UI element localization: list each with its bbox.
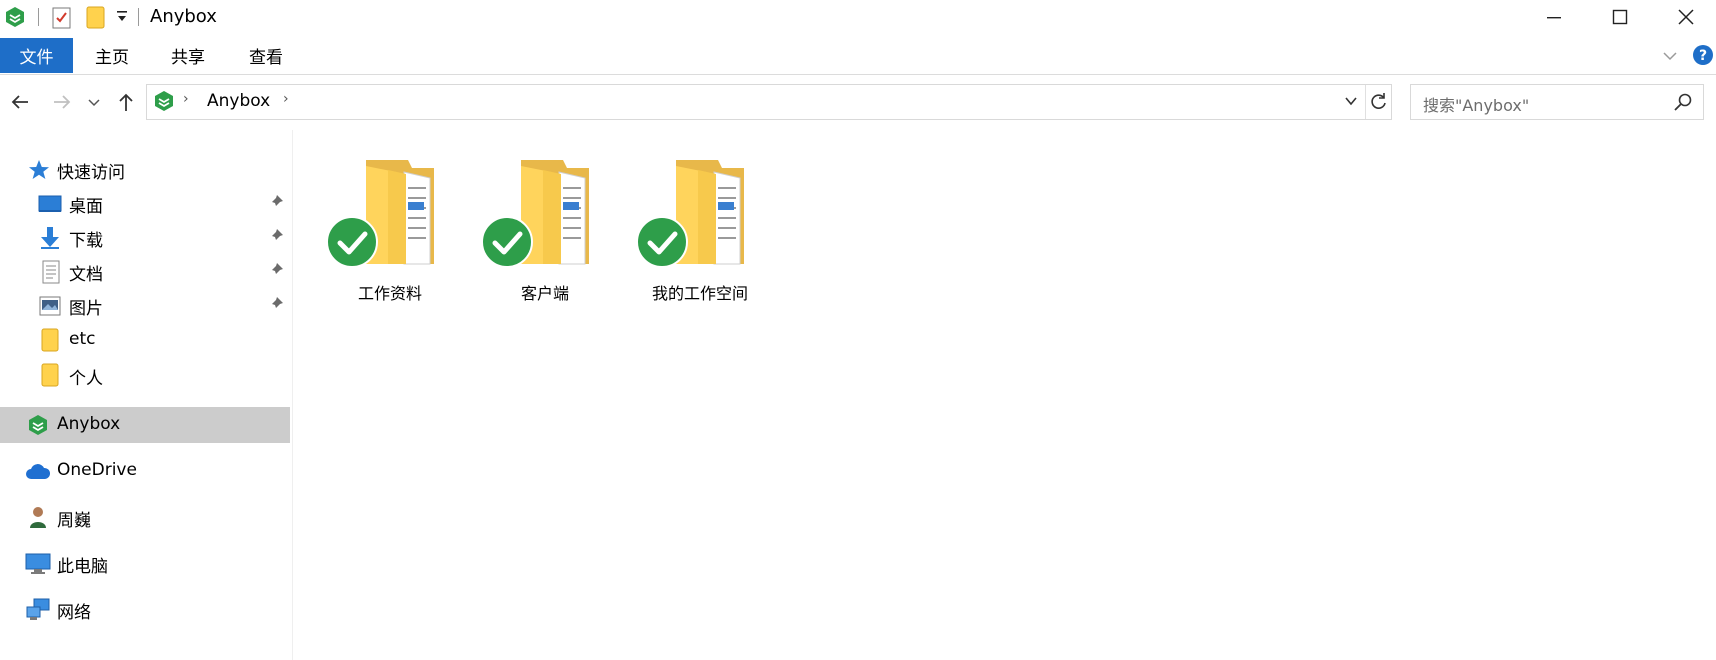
pin-icon[interactable] xyxy=(268,296,284,317)
pin-icon[interactable] xyxy=(268,228,284,249)
anybox-app-icon[interactable] xyxy=(4,6,26,33)
sync-status-check-icon xyxy=(636,216,688,273)
back-arrow-icon xyxy=(11,95,28,109)
sidebar-item-network[interactable]: 网络 xyxy=(0,592,290,626)
folder-tile[interactable]: 我的工作空间 xyxy=(630,146,770,306)
sidebar-item-label: etc xyxy=(69,329,96,349)
sync-status-check-icon xyxy=(481,216,533,273)
chevron-down-icon xyxy=(88,99,100,107)
sidebar-item-personal[interactable]: 个人 xyxy=(0,358,290,392)
sidebar-item-desktop[interactable]: 桌面 xyxy=(0,186,290,220)
up-arrow-icon xyxy=(119,93,133,111)
sidebar-item-etc[interactable]: etc xyxy=(0,323,290,357)
sidebar-item-label: 此电脑 xyxy=(57,557,108,577)
recent-locations-button[interactable] xyxy=(84,88,104,116)
close-icon xyxy=(1678,9,1694,25)
sidebar-item-label: 个人 xyxy=(69,369,103,389)
sidebar-item-label: 快速访问 xyxy=(57,163,125,183)
sidebar-item-pictures[interactable]: 图片 xyxy=(0,288,290,322)
sidebar-item-this-pc[interactable]: 此电脑 xyxy=(0,546,290,580)
breadcrumb-expand-icon[interactable]: › xyxy=(283,91,289,107)
sidebar-item-label: Anybox xyxy=(57,414,121,434)
window-title: Anybox xyxy=(150,6,217,27)
tab-home[interactable]: 主页 xyxy=(82,38,142,73)
back-button[interactable] xyxy=(6,88,34,116)
ribbon-tabs: 文件 主页 共享 查看 ? xyxy=(0,38,1716,75)
sidebar-item-user[interactable]: 周巍 xyxy=(0,500,290,534)
folder-name: 客户端 xyxy=(520,284,569,303)
folder-icon xyxy=(41,363,59,392)
maximize-icon xyxy=(1612,9,1628,25)
desktop-icon xyxy=(38,195,62,218)
computer-icon xyxy=(25,553,51,580)
minimize-icon xyxy=(1547,17,1561,19)
folder-name: 我的工作空间 xyxy=(651,284,748,303)
sidebar-item-label: 周巍 xyxy=(57,511,91,531)
sidebar-item-label: 图片 xyxy=(69,299,103,319)
breadcrumb-anybox[interactable]: Anybox xyxy=(207,91,270,111)
folder-tile[interactable]: 客户端 xyxy=(475,146,615,306)
tab-share[interactable]: 共享 xyxy=(158,38,218,73)
up-button[interactable] xyxy=(112,88,140,116)
svg-text:?: ? xyxy=(1699,48,1707,64)
help-icon[interactable]: ? xyxy=(1692,44,1714,71)
quick-access-separator xyxy=(38,8,39,26)
address-history-dropdown-icon[interactable] xyxy=(1343,93,1359,114)
pictures-icon xyxy=(39,296,61,321)
new-folder-icon[interactable] xyxy=(86,5,106,34)
refresh-icon[interactable] xyxy=(1369,92,1389,117)
tab-view[interactable]: 查看 xyxy=(236,38,296,73)
forward-button[interactable] xyxy=(48,88,76,116)
download-icon xyxy=(39,226,61,255)
title-separator xyxy=(138,8,139,26)
search-icon[interactable] xyxy=(1673,92,1693,117)
pin-icon[interactable] xyxy=(268,262,284,283)
user-icon xyxy=(28,505,48,534)
search-box[interactable]: 搜索"Anybox" xyxy=(1410,84,1704,120)
close-button[interactable] xyxy=(1652,0,1716,34)
search-input[interactable]: 搜索"Anybox" xyxy=(1423,92,1529,116)
sidebar-item-label: OneDrive xyxy=(57,460,137,480)
anybox-icon xyxy=(27,414,49,441)
sidebar-item-label: 桌面 xyxy=(69,197,103,217)
tab-file[interactable]: 文件 xyxy=(0,38,73,73)
navigation-pane: 快速访问 桌面 下载 文档 图片 etc 个人 Anybox OneDrive … xyxy=(0,130,292,660)
breadcrumb-separator-icon[interactable]: › xyxy=(183,91,189,107)
forward-arrow-icon xyxy=(54,95,71,109)
sync-status-check-icon xyxy=(326,216,378,273)
sidebar-item-onedrive[interactable]: OneDrive xyxy=(0,454,290,488)
address-divider xyxy=(1365,85,1366,119)
sidebar-item-downloads[interactable]: 下载 xyxy=(0,220,290,254)
cloud-icon xyxy=(25,463,51,486)
title-bar: Anybox xyxy=(0,0,1716,34)
sidebar-item-quick-access[interactable]: 快速访问 xyxy=(0,152,290,186)
anybox-location-icon xyxy=(153,90,175,117)
pin-icon[interactable] xyxy=(268,194,284,215)
properties-icon[interactable] xyxy=(52,5,72,34)
address-bar[interactable]: › Anybox › xyxy=(146,84,1392,120)
sidebar-item-anybox[interactable]: Anybox xyxy=(0,407,290,443)
sidebar-item-documents[interactable]: 文档 xyxy=(0,254,290,288)
customize-toolbar-icon[interactable] xyxy=(116,8,128,28)
folder-icon xyxy=(41,328,59,357)
maximize-button[interactable] xyxy=(1586,0,1654,34)
sidebar-item-label: 文档 xyxy=(69,265,103,285)
expand-ribbon-chevron-icon[interactable] xyxy=(1662,48,1678,68)
folder-tile[interactable]: 工作资料 xyxy=(320,146,460,306)
sidebar-item-label: 下载 xyxy=(69,231,103,251)
network-icon xyxy=(25,598,51,627)
star-icon xyxy=(28,159,50,186)
sidebar-item-label: 网络 xyxy=(57,603,91,623)
folder-name: 工作资料 xyxy=(357,284,422,303)
navigation-bar: › Anybox › 搜索"Anybox" xyxy=(0,84,1716,120)
document-icon xyxy=(42,260,60,289)
minimize-button[interactable] xyxy=(1520,0,1588,34)
